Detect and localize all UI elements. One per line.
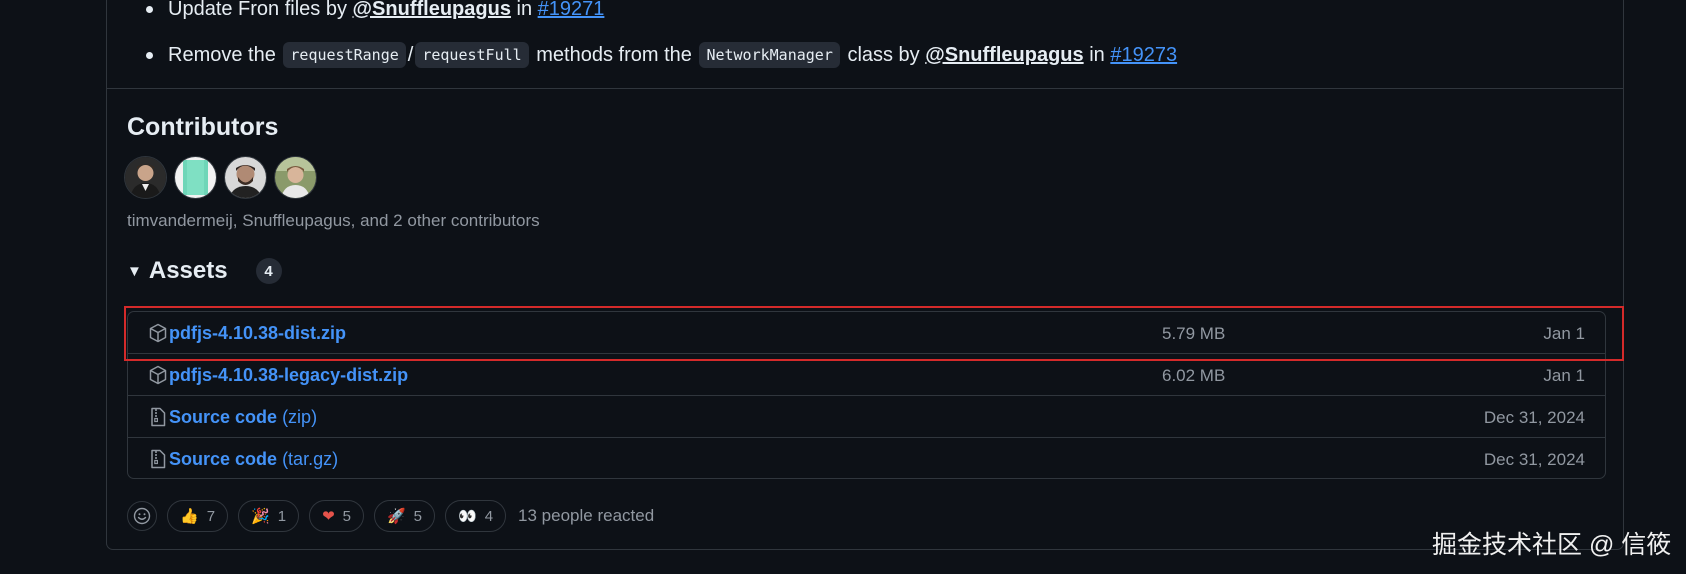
asset-date: Jan 1 [1543, 366, 1585, 385]
assets-toggle[interactable]: ▼ Assets 4 [127, 257, 282, 285]
package-icon [149, 365, 167, 385]
reaction-thumbs-up[interactable]: 👍 7 [167, 500, 229, 532]
note-text: Update Fron files by [168, 0, 347, 20]
reaction-heart[interactable]: ❤ 5 [309, 500, 364, 532]
asset-link[interactable]: Source code (zip) [169, 407, 317, 428]
rocket-icon: 🚀 [386, 507, 406, 525]
triangle-down-icon: ▼ [127, 262, 142, 280]
assets-heading: Assets [148, 257, 228, 284]
asset-name: pdfjs-4.10.38-legacy-dist.zip [169, 365, 409, 385]
inline-code: requestFull [415, 42, 529, 68]
eyes-icon: 👀 [458, 507, 477, 525]
note-text: methods from the [536, 43, 692, 66]
issue-link[interactable]: #19273 [1110, 44, 1177, 67]
asset-date: Dec 31, 2024 [1483, 408, 1585, 427]
avatar[interactable] [225, 157, 266, 198]
reaction-count: 5 [413, 507, 423, 525]
file-zip-icon [151, 449, 166, 469]
note-text: class by [847, 43, 920, 66]
asset-format: (zip) [282, 407, 318, 427]
reactions-bar: 👍 7 🎉 1 ❤ 5 🚀 5 👀 4 13 people reacted [127, 500, 654, 532]
reaction-hooray[interactable]: 🎉 1 [238, 500, 300, 532]
inline-code: requestRange [283, 42, 406, 68]
smiley-icon [133, 507, 151, 525]
asset-link[interactable]: Source code (tar.gz) [169, 449, 338, 470]
note-text: / [407, 43, 414, 66]
avatar-image [125, 157, 166, 198]
assets-count-badge: 4 [255, 258, 282, 284]
reaction-rocket[interactable]: 🚀 5 [373, 500, 436, 532]
note-text: Remove the [168, 43, 276, 66]
reaction-count: 5 [342, 507, 351, 525]
thumbs-up-icon: 👍 [180, 507, 199, 525]
release-page: Update Fron files by @Snuffleupagus in #… [0, 0, 1686, 574]
contributor-avatars [125, 157, 316, 198]
reaction-count: 4 [484, 507, 494, 525]
asset-name: Source code [169, 407, 278, 427]
add-reaction-button[interactable] [127, 501, 157, 531]
section-divider [106, 88, 1624, 89]
issue-link[interactable]: #19271 [538, 0, 605, 21]
release-notes: Update Fron files by @Snuffleupagus in #… [146, 0, 1177, 78]
annotation-highlight-box [124, 306, 1624, 361]
contributors-heading: Contributors [127, 113, 279, 141]
avatar-image [225, 157, 266, 198]
avatar[interactable] [275, 157, 316, 198]
asset-link[interactable]: pdfjs-4.10.38-legacy-dist.zip [169, 365, 408, 386]
reaction-count: 7 [206, 507, 216, 525]
party-popper-icon: 🎉 [251, 507, 270, 525]
contributors-summary: timvandermeij, Snuffleupagus, and 2 othe… [127, 211, 540, 230]
reactions-summary: 13 people reacted [518, 506, 655, 525]
reaction-count: 1 [277, 507, 287, 525]
avatar-image [275, 157, 316, 198]
bullet-dot [146, 5, 153, 13]
user-link[interactable]: @Snuffleupagus [353, 0, 511, 21]
user-link[interactable]: @Snuffleupagus [925, 44, 1083, 67]
asset-date: Dec 31, 2024 [1483, 450, 1585, 469]
asset-row: Source code (tar.gz) Dec 31, 2024 [128, 438, 1605, 480]
reaction-eyes[interactable]: 👀 4 [445, 500, 507, 532]
note-item: Update Fron files by @Snuffleupagus in #… [146, 0, 1177, 32]
note-text: in [516, 0, 533, 20]
asset-name: Source code [169, 449, 278, 469]
avatar[interactable] [125, 157, 166, 198]
asset-size: 6.02 MB [1162, 366, 1226, 385]
note-text: in [1089, 43, 1105, 66]
asset-row: Source code (zip) Dec 31, 2024 [128, 396, 1605, 438]
inline-code: NetworkManager [699, 42, 840, 68]
note-item: Remove the requestRange / requestFull me… [146, 32, 1177, 78]
asset-format: (tar.gz) [282, 449, 339, 469]
file-zip-icon [151, 407, 166, 427]
heart-icon: ❤ [322, 507, 335, 525]
watermark: 掘金技术社区 @ 信筱 [1432, 531, 1672, 559]
avatar-image [175, 157, 216, 198]
bullet-dot [146, 51, 153, 59]
avatar[interactable] [175, 157, 216, 198]
